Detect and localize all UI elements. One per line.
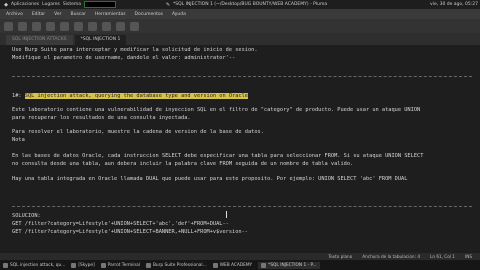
task-browser[interactable]: SQL injection attack, qu...	[3, 262, 65, 268]
editor-line: En las bases de datos Oracle, cada instr…	[12, 153, 424, 159]
editor-line: Hay una tabla integrada en Oracle llamad…	[12, 176, 408, 182]
pluma-icon: ✎	[165, 1, 171, 8]
menu-buscar[interactable]: Buscar	[71, 12, 86, 17]
menu-ayuda[interactable]: Ayuda	[172, 12, 186, 17]
editor-line: para recuperar los resultados de una con…	[12, 115, 191, 121]
text-editor[interactable]: Use Burp Suite para interceptar y modifi…	[0, 45, 480, 253]
folder-icon	[212, 262, 218, 268]
task-web-academy[interactable]: WEB ACADEMY	[212, 262, 252, 268]
task-terminal[interactable]: Parrot Terminal	[100, 262, 140, 268]
save-icon[interactable]	[32, 21, 41, 31]
tab-sql-injection-attacks[interactable]: SQL INJECTION ATTACKS	[6, 35, 73, 45]
editor-line: GET /filter?category=Lifestyle'+UNION+SE…	[12, 221, 229, 227]
menu-ver[interactable]: Ver	[54, 12, 61, 17]
editor-line: no consulta desde una tabla, aun debera …	[12, 161, 354, 167]
editor-line: Para resolver el laboratorio, muestre la…	[12, 129, 264, 135]
mouse-cursor	[226, 211, 227, 218]
tray-monitor	[84, 1, 117, 8]
skype-icon	[71, 262, 77, 268]
status-position: Ln 61, Col 1	[430, 254, 455, 259]
top-panel: ◆ Aplicaciones Lugares Sistema ✎ *SQL INJE…	[0, 0, 480, 9]
system-menu[interactable]: Sistema	[63, 2, 81, 7]
window-title: ✎ *SQL INJECTION 1 (~/Desktop/BUG BOUNTY/…	[165, 1, 328, 8]
divider	[12, 76, 472, 77]
menu-bar: Archivo Editar Ver Buscar Herramientas D…	[0, 9, 480, 19]
search-icon[interactable]	[130, 21, 139, 31]
task-pluma[interactable]: *SQL INJECTION 1 - P...	[258, 261, 320, 269]
editor-line: GET /filter?category=Lifestyle'+UNION+SE…	[12, 229, 248, 235]
terminal-icon	[100, 262, 106, 268]
new-icon[interactable]	[4, 21, 13, 31]
status-language[interactable]: Texto plano	[328, 254, 352, 259]
editor-line-heading: 1#: SQL injection attack, querying the d…	[12, 93, 248, 99]
menu-documentos[interactable]: Documentos	[135, 12, 163, 17]
status-tab-width[interactable]: Anchura de la tabulacion: 4	[362, 254, 420, 259]
tab-bar: SQL INJECTION ATTACKS *SQL INJECTION 1	[0, 33, 480, 45]
tab-sql-injection-1[interactable]: *SQL INJECTION 1	[74, 35, 127, 45]
menu-archivo[interactable]: Archivo	[6, 12, 23, 17]
places-menu[interactable]: Lugares	[42, 2, 60, 7]
task-skype[interactable]: [Skype]	[71, 262, 95, 268]
undo-icon[interactable]	[60, 21, 69, 31]
clock[interactable]: vie, 30 de ago, 05:27	[430, 2, 478, 7]
open-icon[interactable]	[18, 21, 27, 31]
menu-editar[interactable]: Editar	[32, 12, 45, 17]
highlighted-title: SQL injection attack, querying the datab…	[24, 93, 248, 99]
editor-line: Este laboratorio contiene una vulnerabil…	[12, 107, 421, 113]
apps-icon: ◆	[4, 1, 8, 8]
browser-icon	[3, 262, 8, 268]
copy-icon[interactable]	[102, 21, 111, 31]
taskbar: SQL injection attack, qu... [Skype] Parr…	[0, 260, 480, 270]
cut-icon[interactable]	[88, 21, 97, 31]
editor-line: Nota	[12, 137, 25, 143]
editor-line: Modifique el parametro de username, dand…	[12, 55, 236, 61]
divider	[12, 206, 472, 207]
toolbar	[0, 19, 480, 33]
status-mode: INS	[464, 254, 472, 259]
status-bar: Texto plano Anchura de la tabulacion: 4 …	[0, 253, 480, 260]
print-icon[interactable]	[46, 21, 55, 31]
redo-icon[interactable]	[74, 21, 83, 31]
burp-icon	[145, 262, 151, 268]
editor-line: Use Burp Suite para interceptar y modifi…	[12, 47, 258, 53]
paste-icon[interactable]	[116, 21, 125, 31]
editor-line: SOLUCION:	[12, 213, 41, 219]
pluma-icon	[261, 262, 267, 268]
apps-menu[interactable]: ◆ Aplicaciones	[3, 2, 39, 8]
menu-herramientas[interactable]: Herramientas	[95, 12, 126, 17]
task-burp[interactable]: Burp Suite Professional...	[145, 262, 207, 268]
